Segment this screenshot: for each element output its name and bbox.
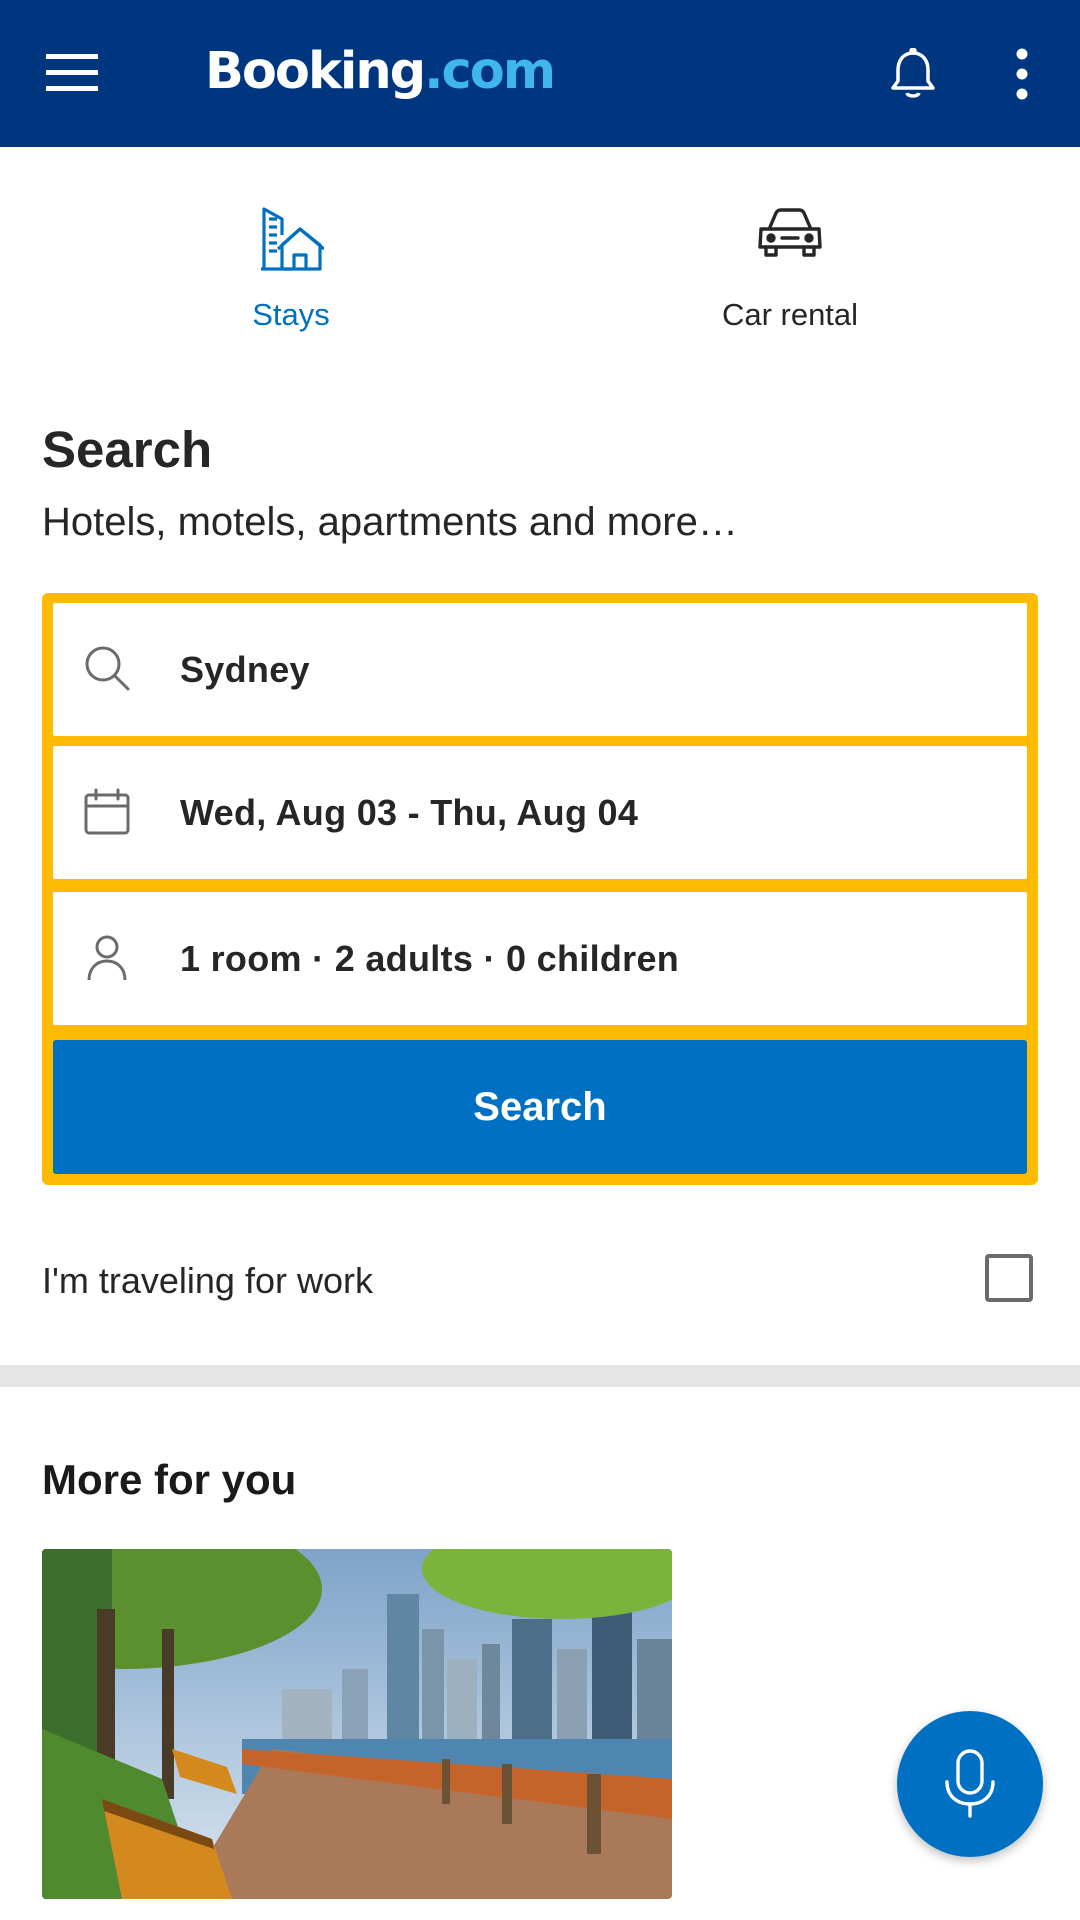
work-travel-label: I'm traveling for work — [42, 1260, 373, 1301]
voice-search-button[interactable] — [897, 1711, 1043, 1857]
car-icon — [756, 205, 824, 266]
tab-stays[interactable]: Stays — [91, 147, 491, 367]
tab-car-rental-label: Car rental — [721, 297, 859, 332]
logo-text-booking: Booking — [205, 42, 426, 101]
microphone-icon — [945, 1749, 995, 1818]
search-icon — [81, 643, 133, 695]
destination-field[interactable]: Sydney — [53, 603, 1027, 736]
logo-text-com: .com — [424, 42, 556, 101]
work-travel-row[interactable]: I'm traveling for work — [0, 1240, 1080, 1326]
search-button[interactable]: Search — [53, 1040, 1027, 1174]
tab-stays-label: Stays — [252, 297, 330, 332]
promo-card-image[interactable] — [42, 1549, 672, 1899]
search-title: Search — [42, 421, 213, 478]
more-for-you-title: More for you — [42, 1456, 297, 1503]
product-tabs: Stays Car rental — [0, 147, 1080, 367]
hotel-icon — [258, 205, 326, 278]
occupancy-field[interactable]: 1 room · 2 adults · 0 children — [53, 892, 1027, 1025]
more-vert-icon[interactable] — [1000, 46, 1044, 102]
dates-field[interactable]: Wed, Aug 03 - Thu, Aug 04 — [53, 746, 1027, 879]
search-subtitle: Hotels, motels, apartments and more… — [42, 500, 738, 544]
person-icon — [81, 932, 133, 984]
booking-logo: Booking.com — [205, 42, 556, 102]
section-divider — [0, 1365, 1080, 1387]
destination-value: Sydney — [180, 649, 310, 690]
dates-value: Wed, Aug 03 - Thu, Aug 04 — [180, 792, 639, 833]
search-box: Sydney Wed, Aug 03 - Thu, Aug 04 1 room … — [42, 593, 1038, 1185]
menu-icon[interactable] — [46, 50, 98, 96]
work-travel-checkbox[interactable] — [985, 1254, 1033, 1302]
occupancy-value: 1 room · 2 adults · 0 children — [180, 938, 680, 979]
calendar-icon — [81, 786, 133, 838]
bell-icon[interactable] — [888, 47, 938, 100]
app-bar: Booking.com — [0, 0, 1080, 147]
tab-car-rental[interactable]: Car rental — [590, 147, 990, 367]
